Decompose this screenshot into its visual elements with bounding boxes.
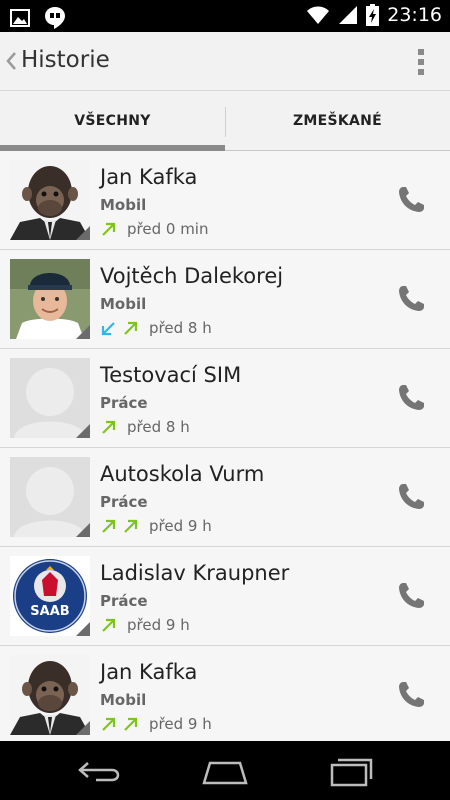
- tab-vsechny[interactable]: VŠECHNY: [0, 91, 225, 151]
- call-log-row[interactable]: Vojtěch Dalekorej Mobil před 8 h: [0, 250, 450, 349]
- contact-name: Testovací SIM: [100, 363, 242, 387]
- call-button-icon[interactable]: [396, 185, 426, 215]
- contact-photo-chimp[interactable]: [10, 160, 90, 240]
- signal-icon: [339, 6, 358, 24]
- quick-contact-corner: [76, 622, 90, 636]
- call-meta: před 9 h: [100, 714, 212, 734]
- home-icon[interactable]: [200, 753, 250, 787]
- tab-bar: VŠECHNY ZMEŠKANÉ: [0, 91, 450, 151]
- quick-contact-corner: [76, 721, 90, 735]
- contact-photo-vojtech[interactable]: [10, 259, 90, 339]
- call-button-icon[interactable]: [396, 680, 426, 710]
- call-log-row[interactable]: Testovací SIM Práce před 8 h: [0, 349, 450, 448]
- back-chevron-icon[interactable]: [4, 49, 18, 73]
- call-meta: před 8 h: [100, 318, 212, 338]
- tab-label: ZMEŠKANÉ: [292, 113, 383, 129]
- call-time: před 9 h: [127, 616, 190, 634]
- contact-name: Autoskola Vurm: [100, 462, 265, 486]
- outgoing-call-icon: [124, 717, 138, 731]
- call-log-row[interactable]: Autoskola Vurm Práce před 9 h: [0, 448, 450, 547]
- call-meta: před 8 h: [100, 417, 190, 437]
- call-time: před 8 h: [149, 319, 212, 337]
- contact-name: Ladislav Kraupner: [100, 561, 290, 585]
- contact-photo-saab[interactable]: SAAB: [10, 556, 90, 636]
- contact-photo-chimp[interactable]: [10, 655, 90, 735]
- status-bar: 23:16: [0, 0, 450, 32]
- incoming-call-icon: [101, 322, 115, 336]
- battery-charging-icon: [366, 4, 380, 26]
- call-button-icon[interactable]: [396, 581, 426, 611]
- call-log-row[interactable]: Jan Kafka Mobil před 9 h: [0, 646, 450, 741]
- outgoing-call-icon: [124, 321, 138, 335]
- contact-photo-placeholder[interactable]: [10, 358, 90, 438]
- call-button-icon[interactable]: [396, 482, 426, 512]
- number-type: Práce: [100, 592, 148, 610]
- wifi-icon: [307, 6, 330, 24]
- number-type: Práce: [100, 394, 148, 412]
- call-button-icon[interactable]: [396, 284, 426, 314]
- number-type: Mobil: [100, 196, 147, 214]
- outgoing-call-icon: [102, 618, 116, 632]
- quick-contact-corner: [76, 523, 90, 537]
- number-type: Práce: [100, 493, 148, 511]
- back-icon[interactable]: [76, 753, 126, 787]
- call-log-row[interactable]: Jan Kafka Mobil před 0 min: [0, 151, 450, 250]
- call-time: před 0 min: [127, 220, 209, 238]
- outgoing-call-icon: [124, 519, 138, 533]
- number-type: Mobil: [100, 295, 147, 313]
- quick-contact-corner: [76, 226, 90, 240]
- call-log-row[interactable]: SAAB Ladislav Kraupner Práce před 9 h: [0, 547, 450, 646]
- outgoing-call-icon: [102, 519, 116, 533]
- svg-text:SAAB: SAAB: [30, 604, 69, 619]
- call-button-icon[interactable]: [396, 383, 426, 413]
- contact-name: Jan Kafka: [100, 165, 198, 189]
- call-time: před 9 h: [149, 517, 212, 535]
- outgoing-call-icon: [102, 420, 116, 434]
- navigation-bar: [0, 741, 450, 800]
- quick-contact-corner: [76, 424, 90, 438]
- recents-icon[interactable]: [326, 753, 376, 787]
- contact-photo-placeholder[interactable]: [10, 457, 90, 537]
- contact-name: Vojtěch Dalekorej: [100, 264, 284, 288]
- call-time: před 8 h: [127, 418, 190, 436]
- action-bar: Historie: [0, 32, 450, 91]
- clock: 23:16: [387, 4, 442, 26]
- outgoing-call-icon: [102, 717, 116, 731]
- overflow-menu-icon[interactable]: [416, 48, 426, 76]
- tab-zmeskane[interactable]: ZMEŠKANÉ: [225, 91, 450, 151]
- call-time: před 9 h: [149, 715, 212, 733]
- page-title[interactable]: Historie: [21, 47, 110, 73]
- outgoing-call-icon: [102, 222, 116, 236]
- hangouts-icon: [45, 7, 65, 29]
- call-meta: před 9 h: [100, 615, 190, 635]
- call-history-list[interactable]: Jan Kafka Mobil před 0 min Vojtěch Dalek…: [0, 151, 450, 741]
- image-icon: [10, 9, 30, 27]
- tab-label: VŠECHNY: [74, 113, 151, 129]
- quick-contact-corner: [76, 325, 90, 339]
- contact-name: Jan Kafka: [100, 660, 198, 684]
- call-meta: před 0 min: [100, 219, 208, 239]
- call-meta: před 9 h: [100, 516, 212, 536]
- number-type: Mobil: [100, 691, 147, 709]
